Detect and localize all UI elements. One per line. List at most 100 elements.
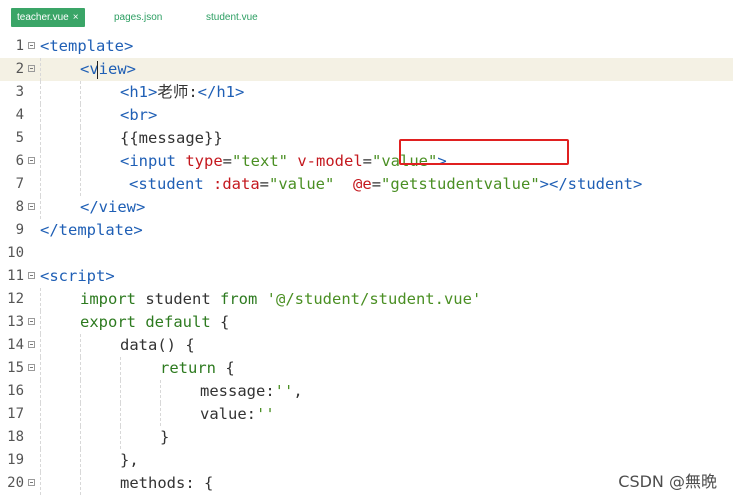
code-line[interactable]: 5 {{message}} [0, 127, 733, 150]
fold-toggle-icon[interactable] [28, 341, 35, 348]
code-line[interactable]: 18} [0, 426, 733, 449]
indent-guide [40, 334, 41, 357]
code-token: = [371, 175, 382, 193]
watermark: CSDN @無晩 [618, 472, 717, 491]
indent-guide [120, 403, 121, 426]
code-line[interactable]: 15 return { [0, 357, 733, 380]
code-token: <view> [80, 60, 136, 78]
code-token: message: [200, 382, 275, 400]
indent-guide [40, 311, 41, 334]
code-line[interactable]: 16 message:'', [0, 380, 733, 403]
line-number: 17 [7, 406, 24, 422]
code-line[interactable]: 1 <template> [0, 35, 733, 58]
code-token: from [220, 290, 258, 308]
code-line[interactable]: 6 <input type="text" v-model="value"> [0, 150, 733, 173]
code-line[interactable]: 14 data() { [0, 334, 733, 357]
code-line[interactable]: 3 <h1>老师:</h1> [0, 81, 733, 104]
fold-toggle-icon[interactable] [28, 42, 35, 49]
fold-toggle-icon[interactable] [28, 364, 35, 371]
code-token: '@/student/student.vue' [266, 290, 482, 308]
indent-guide [80, 104, 81, 127]
code-line[interactable]: 4 <br> [0, 104, 733, 127]
tab-student-vue[interactable]: student.vue [206, 8, 258, 27]
line-number: 18 [7, 429, 24, 445]
indent-guide [160, 380, 161, 403]
code-line[interactable]: 12 import student from '@/student/student… [0, 288, 733, 311]
code-editor[interactable]: 1 <template> 2 <view> 3 <h1>老师:</h1> 4 <br> 5 {{m… [0, 35, 733, 500]
code-token: = [222, 152, 232, 170]
tab-teacher-vue[interactable]: teacher.vue × [11, 8, 85, 27]
code-token: ></student> [539, 175, 643, 193]
line-number: 15 [7, 360, 24, 376]
code-text: <view> [80, 58, 136, 81]
tab-pages-json[interactable]: pages.json [114, 8, 162, 27]
code-text: data() { [120, 334, 195, 357]
indent-guide [40, 173, 41, 196]
code-line[interactable]: 8 </view> [0, 196, 733, 219]
code-text: <template> [40, 35, 133, 58]
code-token: }, [120, 451, 139, 469]
code-token: { [216, 359, 235, 377]
tab-label: teacher.vue [17, 12, 69, 23]
fold-toggle-icon[interactable] [28, 203, 35, 210]
code-token: <br> [120, 106, 158, 124]
fold-toggle-icon[interactable] [28, 65, 35, 72]
code-text: }, [120, 449, 139, 472]
indent-guide [40, 81, 41, 104]
indent-guide [80, 426, 81, 449]
indent-guide [40, 449, 41, 472]
line-number: 2 [15, 61, 24, 77]
indent-guide [40, 357, 41, 380]
tab-label: pages.json [114, 12, 163, 23]
indent-guide [120, 380, 121, 403]
code-text: methods: { [120, 472, 213, 495]
indent-guide [40, 426, 41, 449]
code-token: <template> [40, 37, 134, 55]
indent-guide [160, 403, 161, 426]
code-text: </view> [80, 196, 145, 219]
text-cursor [97, 61, 98, 79]
indent-guide [80, 380, 81, 403]
line-number: 11 [7, 268, 24, 284]
code-line[interactable]: 13 export default { [0, 311, 733, 334]
fold-toggle-icon[interactable] [28, 479, 35, 486]
code-token: v-model [297, 152, 363, 170]
indent-guide [40, 380, 41, 403]
code-token: </view> [80, 198, 146, 216]
line-number: 20 [7, 475, 24, 491]
code-token: {{message}} [120, 129, 223, 147]
line-number: 6 [15, 153, 24, 169]
code-token: "value" [269, 175, 335, 193]
fold-toggle-icon[interactable] [28, 318, 35, 325]
close-icon[interactable]: × [73, 12, 79, 23]
indent-guide [40, 104, 41, 127]
code-text: <input type="text" v-model="value"> [120, 150, 447, 173]
code-line[interactable]: 9 </template> [0, 219, 733, 242]
line-number: 14 [7, 337, 24, 353]
indent-guide [40, 58, 41, 81]
code-line[interactable]: 17 value:'' [0, 403, 733, 426]
code-token: student [136, 290, 220, 308]
line-number: 9 [15, 222, 24, 238]
code-line[interactable]: 2 <view> [0, 58, 733, 81]
code-token: <input [120, 152, 186, 170]
code-token: <student [129, 175, 213, 193]
line-number: 1 [15, 38, 24, 54]
line-number: 12 [7, 291, 24, 307]
code-token: = [362, 152, 373, 170]
fold-toggle-icon[interactable] [28, 272, 35, 279]
line-number: 10 [7, 245, 24, 261]
code-text: <br> [120, 104, 157, 127]
line-number: 19 [7, 452, 24, 468]
code-text: export default { [80, 311, 229, 334]
code-line[interactable]: 7 <student :data="value" @e="getstudentva… [0, 173, 733, 196]
code-text: value:'' [200, 403, 275, 426]
code-token: </h1> [197, 83, 245, 101]
code-line[interactable]: 11 <script> [0, 265, 733, 288]
fold-toggle-icon[interactable] [28, 157, 35, 164]
code-token: 老师: [157, 83, 198, 101]
code-line[interactable]: 10 [0, 242, 733, 265]
indent-guide [40, 150, 41, 173]
